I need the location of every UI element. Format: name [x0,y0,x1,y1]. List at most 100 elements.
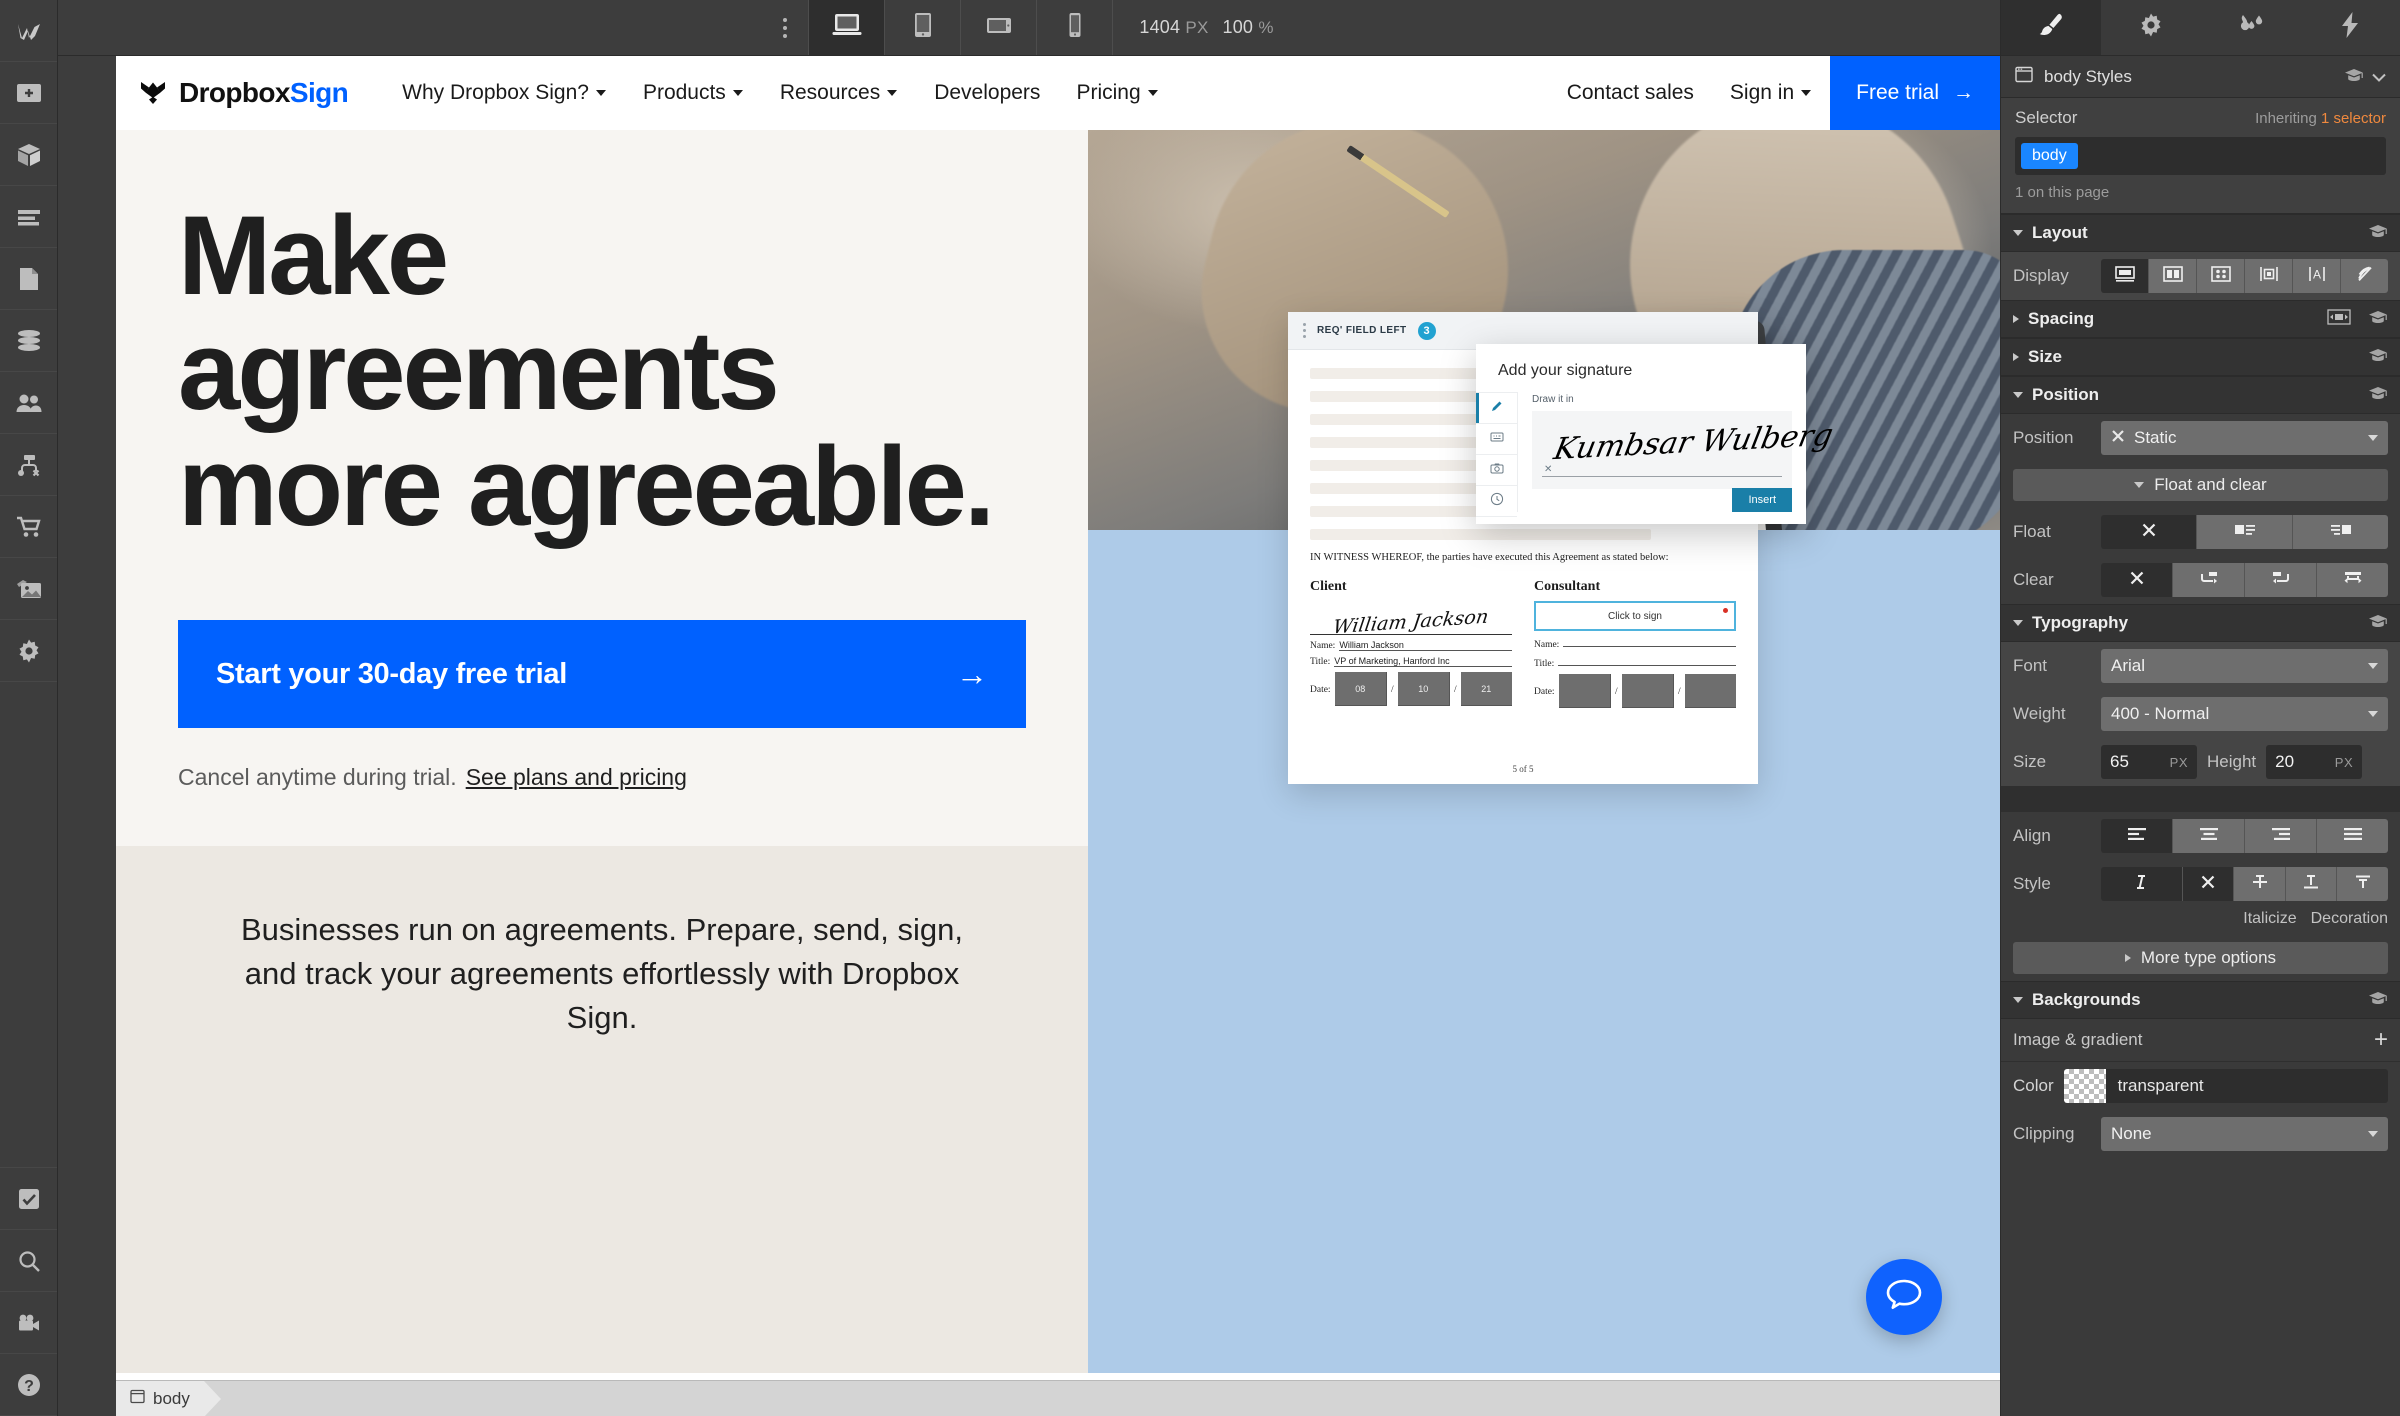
font-select[interactable]: Arial [2101,649,2388,683]
clear-none-option[interactable] [2101,563,2173,597]
sidebar-item-audit[interactable] [0,1168,57,1230]
selector-input[interactable]: body [2015,137,2386,175]
graduation-cap-icon[interactable] [2368,223,2388,243]
tab-style[interactable] [2001,0,2101,55]
nav-item-resources[interactable]: Resources [762,81,916,105]
click-to-sign-button[interactable]: Click to sign [1534,601,1736,631]
section-backgrounds[interactable]: Backgrounds [2001,981,2400,1019]
align-justify-option[interactable] [2317,819,2388,853]
inheriting-info[interactable]: Inheriting 1 selector [2255,110,2386,127]
sidebar-item-add-elements[interactable] [0,62,57,124]
strikethrough-option[interactable] [2234,867,2286,901]
tab-type[interactable] [1476,424,1517,455]
nav-item-developers[interactable]: Developers [916,81,1058,105]
selector-chip-body[interactable]: body [2021,143,2078,169]
nav-item-pricing[interactable]: Pricing [1058,81,1176,105]
tab-upload-photo[interactable] [1476,455,1517,486]
display-none-option[interactable] [2341,259,2388,293]
display-flex-option[interactable] [2149,259,2197,293]
align-left-option[interactable] [2101,819,2173,853]
clear-signature-icon[interactable]: ✕ [1544,464,1552,475]
float-left-option[interactable] [2197,515,2293,549]
graduation-cap-icon[interactable] [2368,385,2388,405]
breakpoint-tablet-landscape[interactable] [960,0,1036,55]
section-typography[interactable]: Typography [2001,604,2400,642]
float-right-option[interactable] [2293,515,2388,549]
line-height-input[interactable]: 20 PX [2266,745,2363,779]
sidebar-item-users[interactable] [0,372,57,434]
align-right-option[interactable] [2245,819,2317,853]
float-and-clear-toggle[interactable]: Float and clear [2013,469,2388,501]
graduation-cap-icon[interactable] [2368,309,2388,329]
breadcrumb-item-body[interactable]: body [116,1381,221,1416]
sidebar-item-assets[interactable] [0,558,57,620]
graduation-cap-icon[interactable] [2368,613,2388,633]
insert-signature-button[interactable]: Insert [1732,488,1792,512]
section-position[interactable]: Position [2001,376,2400,414]
more-options-button[interactable] [762,0,808,55]
clear-right-option[interactable] [2245,563,2317,597]
sidebar-item-help[interactable]: ? [0,1354,57,1416]
nav-item-sign-in[interactable]: Sign in [1712,81,1830,105]
consultant-date-yy [1684,674,1736,708]
graduation-cap-icon[interactable] [2368,990,2388,1010]
clear-both-option[interactable] [2317,563,2388,597]
sidebar-item-ecommerce[interactable] [0,496,57,558]
section-size[interactable]: Size [2001,338,2400,376]
sidebar-item-webflow-logo[interactable] [0,0,57,62]
sidebar-item-pages[interactable] [0,248,57,310]
tab-draw[interactable] [1476,393,1517,424]
breakpoint-desktop[interactable] [808,0,885,55]
sidebar-item-logic[interactable] [0,434,57,496]
sidebar-item-components[interactable] [0,124,57,186]
transparent-swatch-icon[interactable] [2063,1069,2106,1103]
brand-logo[interactable]: DropboxSign [138,77,349,109]
float-none-option[interactable] [2101,515,2197,549]
chat-fab-button[interactable] [1866,1259,1942,1335]
display-inline-option[interactable]: A [2293,259,2341,293]
spacing-preview-icon[interactable] [2327,308,2351,330]
breakpoint-tablet[interactable] [884,0,960,55]
breakpoint-mobile[interactable] [1036,0,1112,55]
clipping-select[interactable]: None [2101,1117,2388,1151]
canvas-size-readout[interactable]: 1404 PX 100 % [1112,0,1295,55]
nav-item-contact-sales[interactable]: Contact sales [1549,81,1712,105]
tab-effects[interactable] [2300,0,2400,55]
nav-item-why-dropbox-sign[interactable]: Why Dropbox Sign? [384,81,625,105]
position-select[interactable]: Static [2101,421,2388,455]
tab-saved[interactable] [1476,486,1517,517]
signature-canvas[interactable]: Kumbsar Wulberg ✕ [1532,411,1836,489]
background-color-input[interactable]: transparent [2063,1069,2388,1103]
overline-option[interactable] [2337,867,2388,901]
sidebar-item-cms[interactable] [0,310,57,372]
sidebar-item-settings[interactable] [0,620,57,682]
underline-option[interactable] [2285,867,2338,901]
display-block-option[interactable] [2101,259,2149,293]
decoration-none-option[interactable] [2182,867,2235,901]
tab-settings[interactable] [2101,0,2201,55]
font-size-input[interactable]: 65 PX [2101,745,2197,779]
graduation-cap-icon[interactable] [2344,67,2364,87]
align-center-option[interactable] [2173,819,2245,853]
more-type-options-button[interactable]: More type options [2013,942,2388,974]
sidebar-item-video-tutorials[interactable] [0,1292,57,1354]
graduation-cap-icon[interactable] [2368,347,2388,367]
clear-left-option[interactable] [2173,563,2245,597]
tab-interactions[interactable] [2201,0,2301,55]
chevron-down-icon[interactable] [2372,67,2386,87]
weight-select[interactable]: 400 - Normal [2101,697,2388,731]
display-grid-option[interactable] [2197,259,2245,293]
section-layout[interactable]: Layout [2001,214,2400,252]
webflow-designer: ? 1404 PX 100 % DropboxSign Why Dropbox … [0,0,2400,1416]
see-plans-and-pricing-link[interactable]: See plans and pricing [466,764,687,791]
add-background-button[interactable]: + [2374,1028,2388,1052]
italicize-option[interactable] [2101,867,2183,901]
drag-handle-icon[interactable] [1303,323,1306,338]
sidebar-item-navigator[interactable] [0,186,57,248]
start-free-trial-button[interactable]: Start your 30-day free trial → [178,620,1026,729]
free-trial-button[interactable]: Free trial → [1830,56,2000,130]
section-spacing[interactable]: Spacing [2001,300,2400,338]
sidebar-item-search[interactable] [0,1230,57,1292]
nav-item-products[interactable]: Products [625,81,762,105]
display-inline-block-option[interactable] [2245,259,2293,293]
